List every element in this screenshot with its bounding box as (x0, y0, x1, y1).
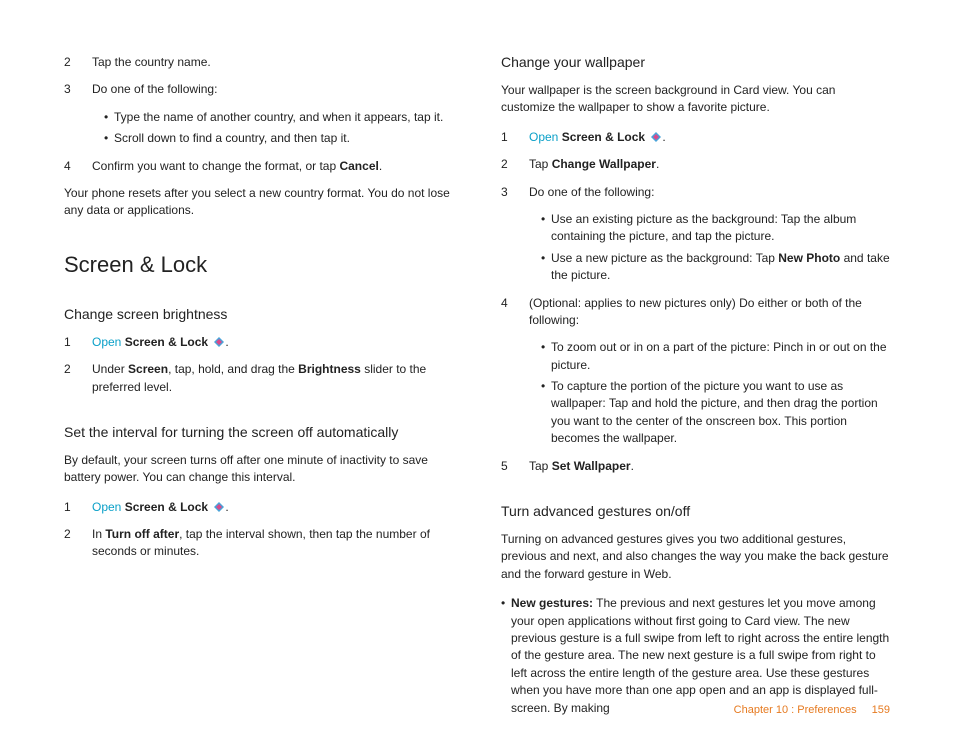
bold-term: New Photo (778, 251, 840, 265)
text-run: The previous and next gestures let you m… (511, 596, 889, 714)
step-text: Open Screen & Lock . (529, 129, 890, 146)
numbered-step: 2 Tap the country name. (64, 54, 453, 71)
numbered-step: 2 Tap Change Wallpaper. (501, 156, 890, 173)
screen-lock-icon (213, 501, 225, 513)
bullet-item: To capture the portion of the picture yo… (541, 378, 890, 448)
step-number: 1 (501, 129, 511, 146)
bullet-item: Type the name of another country, and wh… (104, 109, 453, 126)
numbered-step: 5 Tap Set Wallpaper. (501, 458, 890, 475)
text-run: Tap (529, 459, 552, 473)
step-number: 2 (64, 361, 74, 396)
step-number: 2 (64, 54, 74, 71)
bullet-item: New gestures: The previous and next gest… (501, 595, 890, 717)
step-number: 4 (64, 158, 74, 175)
bullet-item: Use an existing picture as the backgroun… (541, 211, 890, 246)
step-text: (Optional: applies to new pictures only)… (529, 295, 890, 330)
subsection-heading: Set the interval for turning the screen … (64, 424, 453, 440)
step-number: 5 (501, 458, 511, 475)
numbered-step: 1 Open Screen & Lock . (64, 334, 453, 351)
chapter-label: Chapter 10 : Preferences (734, 704, 857, 716)
text-run: . (631, 459, 634, 473)
bullet-list: New gestures: The previous and next gest… (501, 595, 890, 717)
bold-term: Cancel (339, 159, 378, 173)
step-text: Do one of the following: (92, 81, 453, 98)
app-name: Screen & Lock (125, 335, 208, 349)
step-text: Open Screen & Lock . (92, 334, 453, 351)
step-text: Tap the country name. (92, 54, 453, 71)
step-text: Open Screen & Lock . (92, 499, 453, 516)
sub-bullet-list: Type the name of another country, and wh… (104, 109, 453, 148)
text-run: In (92, 527, 105, 541)
page-number: 159 (872, 704, 890, 716)
step-text: Tap Set Wallpaper. (529, 458, 890, 475)
bold-term: Turn off after (105, 527, 179, 541)
step-number: 1 (64, 499, 74, 516)
numbered-step: 4 (Optional: applies to new pictures onl… (501, 295, 890, 330)
text-run: . (225, 500, 228, 514)
two-column-layout: 2 Tap the country name. 3 Do one of the … (64, 54, 890, 727)
numbered-step: 3 Do one of the following: (501, 184, 890, 201)
text-run: Under (92, 362, 128, 376)
text-run: . (662, 130, 665, 144)
open-link[interactable]: Open (529, 130, 558, 144)
right-column: Change your wallpaper Your wallpaper is … (501, 54, 890, 727)
bullet-item: Scroll down to find a country, and then … (104, 130, 453, 147)
numbered-step: 3 Do one of the following: (64, 81, 453, 98)
step-text: Under Screen, tap, hold, and drag the Br… (92, 361, 453, 396)
numbered-step: 1 Open Screen & Lock . (501, 129, 890, 146)
left-column: 2 Tap the country name. 3 Do one of the … (64, 54, 453, 727)
numbered-step: 1 Open Screen & Lock . (64, 499, 453, 516)
app-name: Screen & Lock (125, 500, 208, 514)
step-number: 2 (64, 526, 74, 561)
numbered-step: 2 Under Screen, tap, hold, and drag the … (64, 361, 453, 396)
text-run: Use a new picture as the background: Tap (551, 251, 778, 265)
step-text: Do one of the following: (529, 184, 890, 201)
bold-term: Screen (128, 362, 168, 376)
subsection-heading: Change screen brightness (64, 306, 453, 322)
sub-bullet-list: To zoom out or in on a part of the pictu… (541, 339, 890, 447)
section-heading: Screen & Lock (64, 252, 453, 278)
screen-lock-icon (213, 336, 225, 348)
step-number: 1 (64, 334, 74, 351)
bold-term: Set Wallpaper (552, 459, 631, 473)
bold-term: Brightness (298, 362, 361, 376)
page-footer: Chapter 10 : Preferences 159 (734, 704, 890, 716)
bullet-item: Use a new picture as the background: Tap… (541, 250, 890, 285)
paragraph: Turning on advanced gestures gives you t… (501, 531, 890, 583)
step-number: 2 (501, 156, 511, 173)
subsection-heading: Turn advanced gestures on/off (501, 503, 890, 519)
text-run: . (379, 159, 382, 173)
subsection-heading: Change your wallpaper (501, 54, 890, 70)
bold-term: Change Wallpaper (552, 157, 656, 171)
screen-lock-icon (650, 131, 662, 143)
text-run: , tap, hold, and drag the (168, 362, 298, 376)
step-text: Tap Change Wallpaper. (529, 156, 890, 173)
step-text: In Turn off after, tap the interval show… (92, 526, 453, 561)
app-name: Screen & Lock (562, 130, 645, 144)
bullet-item: To zoom out or in on a part of the pictu… (541, 339, 890, 374)
open-link[interactable]: Open (92, 500, 121, 514)
bold-term: New gestures: (511, 596, 593, 610)
paragraph: Your phone resets after you select a new… (64, 185, 453, 220)
step-number: 3 (64, 81, 74, 98)
step-number: 3 (501, 184, 511, 201)
open-link[interactable]: Open (92, 335, 121, 349)
manual-page: 2 Tap the country name. 3 Do one of the … (0, 0, 954, 738)
sub-bullet-list: Use an existing picture as the backgroun… (541, 211, 890, 285)
step-number: 4 (501, 295, 511, 330)
numbered-step: 4 Confirm you want to change the format,… (64, 158, 453, 175)
numbered-step: 2 In Turn off after, tap the interval sh… (64, 526, 453, 561)
text-run: . (656, 157, 659, 171)
step-text: Confirm you want to change the format, o… (92, 158, 453, 175)
text-run: . (225, 335, 228, 349)
paragraph: Your wallpaper is the screen background … (501, 82, 890, 117)
text-run: Tap (529, 157, 552, 171)
paragraph: By default, your screen turns off after … (64, 452, 453, 487)
text-run: Confirm you want to change the format, o… (92, 159, 339, 173)
